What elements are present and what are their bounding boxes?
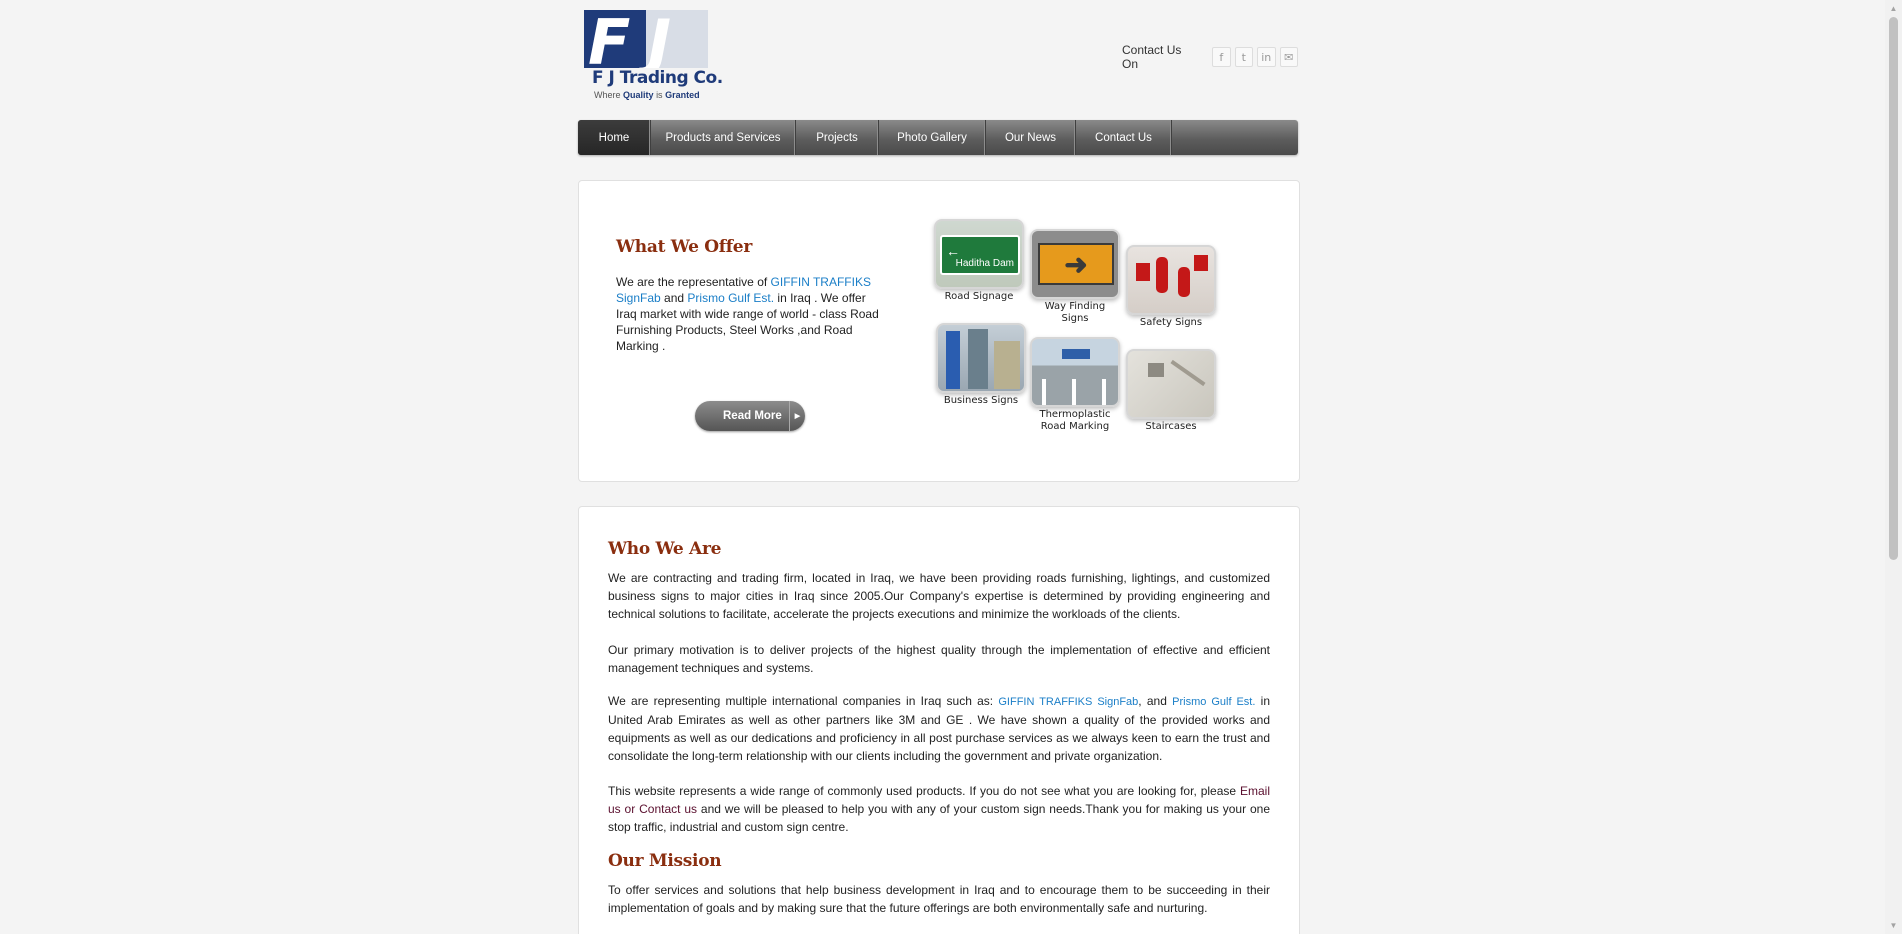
product-caption: Business Signs bbox=[943, 395, 1019, 406]
fj-logo-icon: F J bbox=[584, 10, 708, 68]
who-paragraph-1: We are contracting and trading firm, loc… bbox=[608, 571, 1270, 621]
product-caption: Safety Signs bbox=[1139, 317, 1203, 328]
who-paragraph-3: We are representing multiple internation… bbox=[608, 694, 1271, 763]
product-staircases[interactable]: Staircases bbox=[1126, 349, 1216, 433]
scroll-up-icon[interactable]: ▲ bbox=[1885, 0, 1902, 17]
contact-us-link[interactable]: Contact us bbox=[639, 802, 697, 816]
twitter-icon[interactable]: t bbox=[1234, 47, 1254, 67]
about-panel: Who We Are We are contracting and tradin… bbox=[578, 506, 1300, 934]
arrow-left-icon: ← bbox=[946, 243, 960, 259]
mission-text: To offer services and solutions that hel… bbox=[608, 883, 1270, 915]
safety-signs-image bbox=[1126, 245, 1216, 315]
offer-title: What We Offer bbox=[616, 237, 752, 257]
nav-photo-gallery[interactable]: Photo Gallery bbox=[879, 120, 986, 155]
product-caption: Staircases bbox=[1145, 421, 1197, 432]
who-paragraph-4: This website represents a wide range of … bbox=[608, 784, 1270, 834]
main-nav: Home Products and Services Projects Phot… bbox=[578, 120, 1298, 155]
brand-tagline: Where Quality is Granted bbox=[594, 90, 700, 100]
scrollbar-thumb[interactable] bbox=[1889, 17, 1898, 560]
who-we-are-title: Who We Are bbox=[608, 539, 722, 559]
product-caption: Way Finding Signs bbox=[1044, 301, 1106, 324]
prismo-link[interactable]: Prismo Gulf Est. bbox=[1172, 696, 1255, 708]
giffin-link[interactable]: GIFFIN TRAFFIKS SignFab bbox=[998, 696, 1138, 708]
svg-text:F: F bbox=[588, 10, 630, 68]
brand-name: F J Trading Co. bbox=[592, 68, 723, 88]
email-icon[interactable]: ✉ bbox=[1279, 47, 1298, 67]
contact-label: Contact Us On bbox=[1122, 43, 1182, 71]
arrow-right-icon: ▶ bbox=[789, 401, 805, 431]
product-business-signs[interactable]: Business Signs bbox=[936, 323, 1026, 407]
business-signs-image bbox=[936, 323, 1026, 393]
our-mission-title: Our Mission bbox=[608, 851, 722, 871]
nav-our-news[interactable]: Our News bbox=[986, 120, 1076, 155]
product-safety-signs[interactable]: Safety Signs bbox=[1126, 245, 1216, 329]
nav-home[interactable]: Home bbox=[578, 120, 651, 155]
thermoplastic-image bbox=[1030, 337, 1120, 407]
linkedin-icon[interactable]: in bbox=[1257, 47, 1276, 67]
logo[interactable]: F J F J Trading Co. Where Quality is Gra… bbox=[584, 10, 723, 102]
read-more-button[interactable]: Read More ▶ bbox=[695, 401, 805, 431]
nav-products-and-services[interactable]: Products and Services bbox=[651, 120, 796, 155]
way-finding-image: ➜ bbox=[1030, 229, 1120, 299]
product-collage: Haditha Dam ← Road Signage ➜ Way Finding… bbox=[934, 219, 1294, 449]
prismo-link[interactable]: Prismo Gulf Est. bbox=[687, 291, 774, 305]
nav-contact-us[interactable]: Contact Us bbox=[1076, 120, 1172, 155]
product-thermoplastic[interactable]: Thermoplastic Road Marking bbox=[1030, 337, 1120, 433]
road-signage-image: Haditha Dam ← bbox=[934, 219, 1024, 289]
offer-panel: What We Offer We are the representative … bbox=[578, 180, 1300, 482]
offer-text: We are the representative of GIFFIN TRAF… bbox=[616, 275, 879, 353]
who-paragraph-2: Our primary motivation is to deliver pro… bbox=[608, 643, 1270, 675]
staircases-image bbox=[1126, 349, 1216, 419]
facebook-icon[interactable]: f bbox=[1212, 47, 1231, 67]
vertical-scrollbar[interactable]: ▲ ▼ bbox=[1885, 0, 1902, 934]
product-caption: Thermoplastic Road Marking bbox=[1039, 409, 1111, 432]
product-caption: Road Signage bbox=[944, 291, 1014, 302]
nav-projects[interactable]: Projects bbox=[796, 120, 879, 155]
contact-bar: Contact Us On f t in ✉ bbox=[1122, 43, 1298, 71]
product-way-finding[interactable]: ➜ Way Finding Signs bbox=[1030, 229, 1120, 325]
product-road-signage[interactable]: Haditha Dam ← Road Signage bbox=[934, 219, 1024, 303]
arrow-right-icon: ➜ bbox=[1038, 243, 1114, 285]
road-sign-text: Haditha Dam bbox=[955, 258, 1014, 269]
scroll-down-icon[interactable]: ▼ bbox=[1885, 917, 1902, 934]
